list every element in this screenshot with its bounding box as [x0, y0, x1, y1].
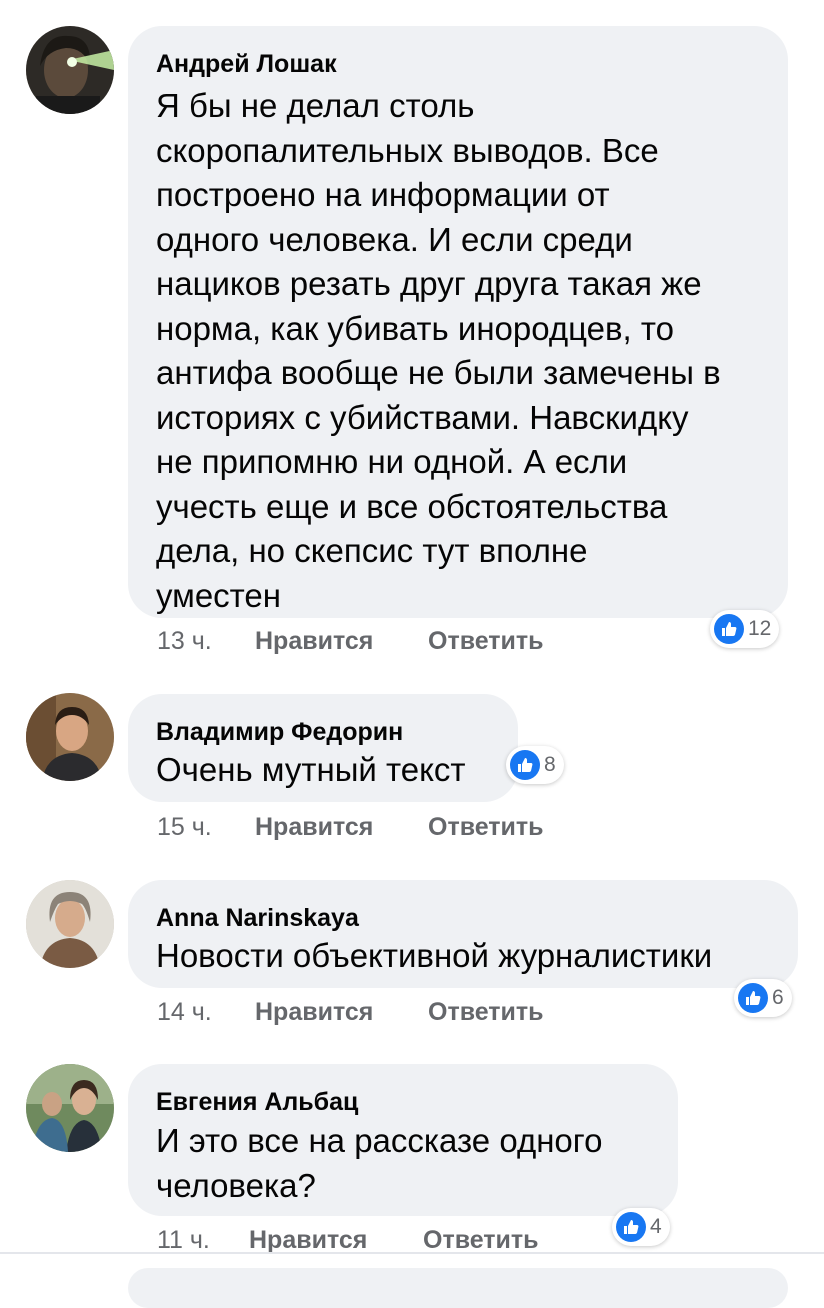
comment-bubble: Евгения Альбац И это все на рассказе одн…: [128, 1064, 678, 1216]
comment-bubble: Владимир Федорин Очень мутный текст: [128, 694, 518, 802]
like-button[interactable]: Нравится: [255, 813, 373, 842]
comment-author[interactable]: Евгения Альбац: [156, 1088, 358, 1117]
comment-line: историях с убийствами. Навскидку: [156, 398, 689, 436]
reaction-count: 4: [650, 1215, 662, 1238]
reply-button[interactable]: Ответить: [428, 813, 544, 842]
comment-line: норма, как убивать инородцев, то: [156, 309, 674, 347]
like-button[interactable]: Нравится: [255, 627, 373, 656]
comment-bubble: [128, 1268, 788, 1308]
comment-time[interactable]: 14 ч.: [157, 998, 212, 1027]
avatar[interactable]: [26, 880, 114, 968]
divider: [0, 1252, 824, 1254]
avatar[interactable]: [26, 1064, 114, 1152]
comment-line: Очень мутный текст: [156, 751, 466, 788]
reply-button[interactable]: Ответить: [428, 998, 544, 1027]
avatar[interactable]: [26, 693, 114, 781]
comment-time[interactable]: 15 ч.: [157, 813, 212, 842]
comment-text: Я бы не делал столь скоропалительных выв…: [156, 84, 721, 618]
comment-author[interactable]: Владимир Федорин: [156, 718, 403, 747]
comment-line: человека?: [156, 1166, 316, 1204]
reaction-count: 12: [748, 617, 772, 640]
comment-line: нациков резать друг друга такая же: [156, 265, 702, 302]
comment-line: Я бы не делал столь: [156, 87, 475, 124]
like-thumb-icon: [510, 750, 540, 780]
comment-line: Новости объективной журналистики: [156, 937, 713, 974]
comment-line: И это все на рассказе одного: [156, 1122, 603, 1159]
comment-line: одного человека. И если среди: [156, 220, 633, 258]
comment-text: Новости объективной журналистики: [156, 934, 712, 979]
reaction-badge[interactable]: 12: [710, 610, 780, 648]
comment-bubble: Anna Narinskaya Новости объективной журн…: [128, 880, 798, 988]
avatar[interactable]: [26, 26, 114, 114]
reaction-badge[interactable]: 6: [734, 979, 792, 1017]
comment-line: учесть еще и все обстоятельства: [156, 487, 668, 525]
reaction-count: 8: [544, 753, 556, 776]
comment-author[interactable]: Anna Narinskaya: [156, 904, 359, 933]
reply-button[interactable]: Ответить: [428, 627, 544, 656]
like-thumb-icon: [616, 1212, 646, 1242]
reaction-badge[interactable]: 4: [612, 1208, 670, 1246]
like-button[interactable]: Нравится: [249, 1226, 367, 1255]
comment-text: Очень мутный текст: [156, 748, 466, 793]
comment-author[interactable]: Андрей Лошак: [156, 50, 337, 79]
comment-line: построено на информации от: [156, 176, 610, 213]
comment-time[interactable]: 11 ч.: [157, 1226, 210, 1255]
reply-button[interactable]: Ответить: [423, 1226, 539, 1255]
reaction-badge[interactable]: 8: [506, 746, 564, 784]
comment-time[interactable]: 13 ч.: [157, 627, 212, 656]
comment-line: дела, но скепсис тут вполне: [156, 532, 588, 569]
comment-line: антифа вообще не были замечены в: [156, 354, 721, 391]
comment-bubble: Андрей Лошак Я бы не делал столь скоропа…: [128, 26, 788, 618]
like-thumb-icon: [714, 614, 744, 644]
comment-line: уместен: [156, 576, 281, 614]
reaction-count: 6: [772, 986, 784, 1009]
like-button[interactable]: Нравится: [255, 998, 373, 1027]
like-thumb-icon: [738, 983, 768, 1013]
comment-text: И это все на рассказе одного человека?: [156, 1119, 602, 1208]
comment-line: не припомню ни одной. А если: [156, 443, 628, 480]
comment-line: скоропалительных выводов. Все: [156, 131, 659, 169]
